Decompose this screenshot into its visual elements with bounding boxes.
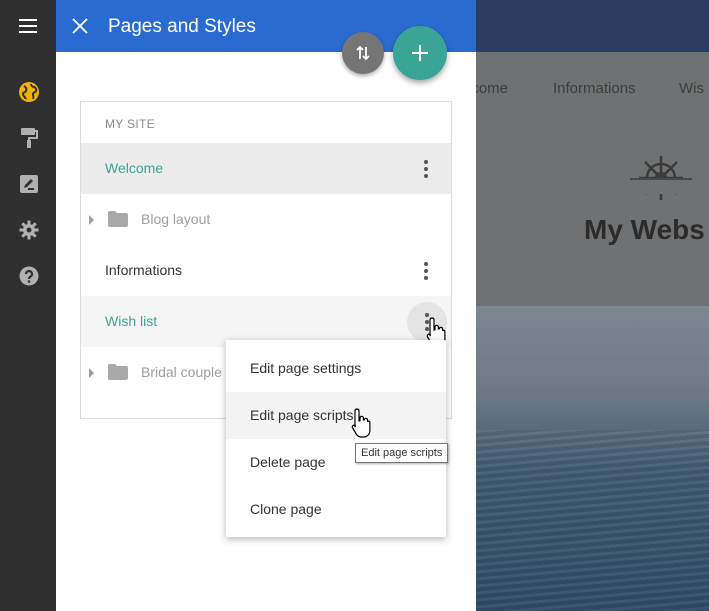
- plus-icon: [412, 45, 428, 61]
- hand-cursor-icon: [351, 408, 371, 438]
- expand-caret-icon[interactable]: [89, 368, 94, 378]
- menu-item-label: Clone page: [250, 501, 322, 517]
- sort-arrows-icon: [356, 45, 370, 61]
- app-sidebar-rail: [0, 0, 56, 611]
- folder-row-blog-layout[interactable]: Blog layout: [81, 194, 451, 245]
- paint-roller-icon[interactable]: [18, 127, 40, 149]
- page-label: Wish list: [105, 313, 158, 329]
- preview-site-title: My Webs: [584, 214, 705, 245]
- panel-title: Pages and Styles: [108, 16, 256, 37]
- preview-nav-item[interactable]: lcome: [476, 80, 508, 97]
- expand-caret-icon[interactable]: [89, 215, 94, 225]
- tooltip: Edit page scripts: [355, 443, 449, 463]
- page-label: Informations: [105, 262, 183, 278]
- section-heading: MY SITE: [105, 117, 155, 131]
- page-row-informations[interactable]: Informations: [81, 245, 451, 296]
- close-icon: [72, 18, 88, 34]
- menu-item-edit-page-settings[interactable]: Edit page settings: [226, 345, 446, 392]
- more-options-button[interactable]: [413, 258, 439, 284]
- menu-item-clone-page[interactable]: Clone page: [226, 486, 446, 533]
- page-row-welcome[interactable]: Welcome: [81, 143, 451, 194]
- gear-icon[interactable]: [18, 219, 40, 241]
- folder-label: Blog layout: [141, 211, 211, 227]
- menu-item-label: Edit page scripts: [250, 407, 354, 423]
- folder-label: Bridal couple: [141, 364, 222, 380]
- globe-icon[interactable]: [18, 81, 40, 103]
- reorder-pages-button[interactable]: [342, 32, 384, 74]
- preview-nav-item[interactable]: Wis: [679, 80, 704, 97]
- folder-icon: [108, 211, 128, 227]
- folder-icon: [108, 364, 128, 380]
- page-context-menu: Edit page settings Edit page scripts Del…: [226, 340, 446, 537]
- close-panel-button[interactable]: [68, 14, 92, 38]
- preview-hero-waves: [476, 430, 709, 611]
- hamburger-menu-button[interactable]: [0, 0, 56, 52]
- add-page-button[interactable]: [393, 26, 447, 80]
- help-icon[interactable]: [18, 265, 40, 287]
- hamburger-icon: [19, 19, 37, 33]
- menu-item-edit-page-scripts[interactable]: Edit page scripts: [226, 392, 446, 439]
- menu-item-label: Delete page: [250, 454, 326, 470]
- menu-item-label: Edit page settings: [250, 360, 362, 376]
- edit-icon[interactable]: [18, 173, 40, 195]
- preview-topbar: [476, 0, 709, 52]
- more-options-button[interactable]: [413, 156, 439, 182]
- website-preview: lcome Informations Wis My Webs: [476, 0, 709, 611]
- preview-nav-item[interactable]: Informations: [553, 80, 636, 97]
- page-label: Welcome: [105, 160, 164, 176]
- ship-wheel-logo-icon: [630, 156, 692, 200]
